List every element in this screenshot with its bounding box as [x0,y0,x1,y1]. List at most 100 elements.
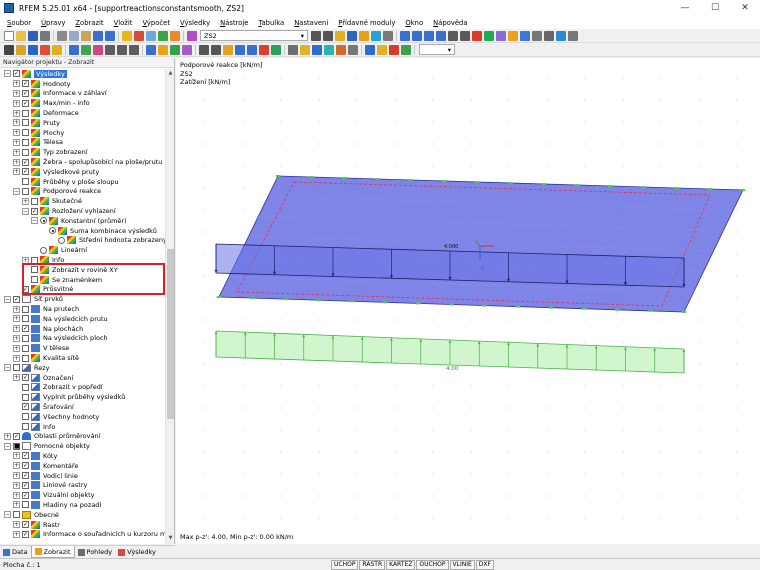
expand-icon[interactable]: + [13,80,20,88]
status-rastr-button[interactable]: RASTR [359,559,386,570]
collapse-icon[interactable]: − [13,187,20,195]
tree-item-oblasti-prumerovani[interactable]: + ✓ Oblasti průměrování [0,431,165,441]
renumber-icon[interactable] [401,44,411,55]
mesh-icon[interactable] [170,44,180,55]
checkbox[interactable]: ■ [13,442,20,450]
display-properties-icon[interactable] [508,30,518,41]
checkbox[interactable]: ✓ [22,521,29,529]
expand-icon[interactable]: + [13,168,20,176]
tree-item-oznaceni[interactable]: + ✓ Označení [0,373,165,383]
menu-vlozit[interactable]: Vložit [109,19,138,27]
collapse-icon[interactable]: − [4,511,11,519]
expand-icon[interactable]: + [13,89,20,97]
checkbox-vysledky[interactable]: ✓ [13,70,20,78]
tree-item-rezy[interactable]: − Řezy [0,363,165,373]
divide-icon[interactable] [146,44,156,55]
load-case-selector[interactable]: ZS2 ▾ [200,30,308,41]
menu-pridavne-moduly[interactable]: Přídavné moduly [333,19,400,27]
guideline-icon[interactable] [235,44,245,55]
radio-suma-kombinace[interactable] [49,227,56,235]
checkbox[interactable] [22,383,29,391]
color-scheme-icon[interactable] [300,44,310,55]
isolines-icon[interactable] [359,30,369,41]
zoom-window-icon[interactable] [460,30,470,41]
status-ouchop-button[interactable]: OUCHOP [416,559,449,570]
load-case-icon[interactable] [187,30,197,41]
status-vlinie-button[interactable]: VLINIE [449,559,475,570]
checkbox[interactable] [22,315,29,323]
select-icon[interactable] [4,44,14,55]
comment-icon[interactable] [223,44,233,55]
tree-item-rezy-info[interactable]: Info [0,422,165,432]
menu-upravy[interactable]: Úpravy [36,19,70,27]
tree-item-pomocne-objekty[interactable]: − ■ Pomocné objekty [0,441,165,451]
checkbox[interactable]: ✓ [22,374,29,382]
tree-item-sit-prvku[interactable]: − ✓ Síť prvků [0,294,165,304]
checkbox[interactable] [22,129,29,137]
tree-item-na-plochach[interactable]: + ✓ Na plochách [0,324,165,334]
tree-item-hodnoty[interactable]: + ✓ Hodnoty [0,79,165,89]
collapse-icon[interactable]: − [4,442,11,450]
tree-item-liniove-rastry[interactable]: + ✓ Liniové rastry [0,480,165,490]
open-folder-icon[interactable] [16,30,26,41]
menu-vypocet[interactable]: Výpočet [137,19,175,27]
checkbox[interactable] [22,344,29,352]
checkbox[interactable] [22,119,29,127]
checkbox[interactable]: ✓ [31,207,38,215]
tree-item-rastr[interactable]: + ✓ Rastr [0,520,165,530]
menu-napoveda[interactable]: Nápověda [428,19,472,27]
tree-item-konstantni[interactable]: − Konstantní (průměr) [0,216,165,226]
checkbox[interactable] [22,187,29,195]
expand-icon[interactable]: + [13,109,20,117]
render-icon[interactable] [472,30,482,41]
menu-vysledky[interactable]: Výsledky [175,19,215,27]
scroll-down-icon[interactable]: ▼ [167,535,174,543]
tab-zobrazit[interactable]: Zobrazit [30,546,75,558]
dimension-icon[interactable] [211,44,221,55]
checkbox[interactable] [22,138,29,146]
delete-icon[interactable] [389,44,399,55]
result-values-icon[interactable] [335,30,345,41]
expand-icon[interactable]: + [13,99,20,107]
tree-item-linearni[interactable]: Lineární [0,245,165,255]
tree-item-na-vysledcich-ploch[interactable]: + Na výsledcích ploch [0,334,165,344]
zoom-all-icon[interactable] [448,30,458,41]
checkbox[interactable]: ✓ [22,158,29,166]
connect-icon[interactable] [158,44,168,55]
line-icon[interactable] [28,44,38,55]
surface-icon[interactable] [52,44,62,55]
tree-item-v-telese[interactable]: + V tělese [0,343,165,353]
checkbox[interactable] [13,511,20,519]
checkbox[interactable]: ✓ [22,325,29,333]
tree-item-stredni-hodnota[interactable]: Střední hodnota zobrazených [0,236,165,246]
expand-icon[interactable]: + [13,452,20,460]
expand-icon[interactable]: + [4,432,11,440]
lighting-icon[interactable] [336,44,346,55]
close-button[interactable]: ✕ [730,0,760,16]
checkbox[interactable]: ✓ [22,481,29,489]
deformation-icon[interactable] [347,30,357,41]
expand-icon[interactable]: + [13,491,20,499]
animation-icon[interactable] [383,30,393,41]
collapse-icon[interactable]: − [22,207,29,215]
view-y-icon[interactable] [412,30,422,41]
menu-tabulka[interactable]: Tabulka [253,19,289,27]
expand-icon[interactable]: + [13,305,20,313]
tree-item-informace-souradnice[interactable]: + ✓ Informace o souřadnicích u kurzoru m… [0,529,165,539]
expand-icon[interactable]: + [13,334,20,342]
tree-item-obecne[interactable]: − Obecné [0,510,165,520]
tree-item-prubehy-sloupu[interactable]: Průběhy v ploše sloupu [0,177,165,187]
rotate-icon[interactable] [117,44,127,55]
redo-icon[interactable] [105,30,115,41]
expand-icon[interactable]: + [13,138,20,146]
tree-item-hladiny[interactable]: + Hladiny na pozadí [0,500,165,510]
help-icon[interactable] [568,30,578,41]
move-icon[interactable] [105,44,115,55]
tree-item-maxmin[interactable]: + ✓ Max/min - info [0,98,165,108]
tree-item-vodici-linie[interactable]: + ✓ Vodicí linie [0,471,165,481]
print-icon[interactable] [40,30,50,41]
tree-item-suma-kombinace[interactable]: Suma kombinace výsledků [0,226,165,236]
checkbox[interactable]: ✓ [22,168,29,176]
tree-item-plochy[interactable]: + Plochy [0,128,165,138]
node-icon[interactable] [16,44,26,55]
